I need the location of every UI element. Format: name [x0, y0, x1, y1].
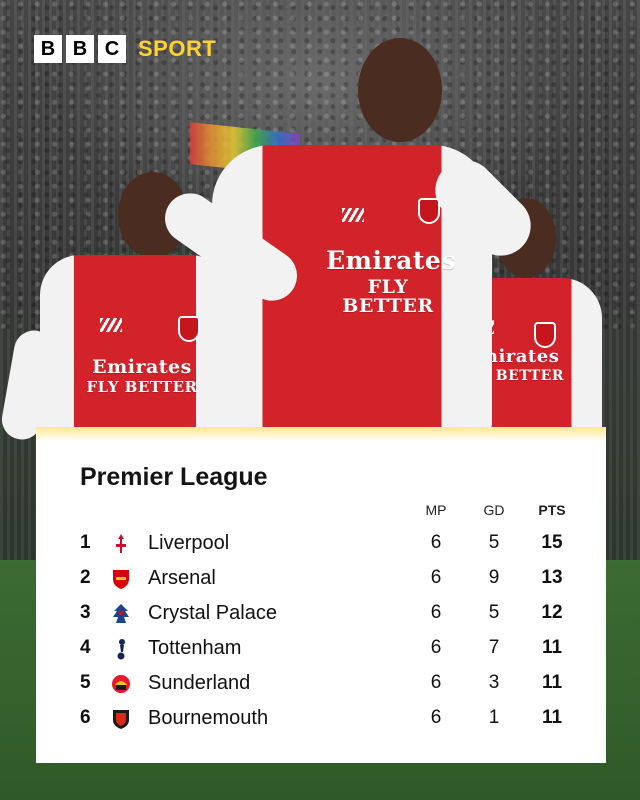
row-gd: 7 [488, 637, 500, 658]
row-team: Arsenal [148, 567, 216, 589]
header-mp: MP [425, 502, 447, 518]
row-gd: 5 [488, 602, 500, 623]
row-team: Bournemouth [148, 707, 269, 729]
table-row-1: 1 Liverpool 6 5 15 [36, 526, 606, 561]
sponsor-text-left: Emirates FLY BETTER [86, 356, 198, 396]
row-mp: 6 [430, 707, 442, 728]
row-team: Crystal Palace [148, 602, 277, 624]
row-pts: 15 [541, 532, 563, 553]
row-position: 5 [80, 672, 91, 693]
row-pts: 12 [541, 602, 563, 623]
logo-letter-c: C [98, 35, 126, 63]
row-gd: 5 [488, 532, 500, 553]
row-mp: 6 [430, 567, 442, 588]
row-position: 3 [80, 602, 91, 623]
row-position: 2 [80, 567, 91, 588]
bournemouth-crest-icon [111, 708, 131, 730]
logo-letter-b1: B [34, 35, 62, 63]
row-position: 4 [80, 637, 91, 658]
table-row-4: 4 Tottenham 6 7 11 [36, 631, 606, 666]
sponsor-text-centre: Emirates FLY BETTER [326, 246, 456, 317]
row-mp: 6 [430, 602, 442, 623]
row-team: Sunderland [148, 672, 251, 694]
header-pts: PTS [538, 502, 566, 518]
table-title: Premier League [80, 463, 268, 491]
row-mp: 6 [430, 637, 442, 658]
crystal-palace-crest-icon [111, 603, 131, 625]
row-team: Liverpool [148, 532, 230, 554]
row-pts: 11 [541, 637, 563, 658]
row-gd: 9 [488, 567, 500, 588]
row-pts: 11 [541, 707, 563, 728]
arsenal-crest-icon [111, 568, 131, 590]
liverpool-crest-icon [111, 533, 131, 555]
row-team: Tottenham [148, 637, 242, 659]
table-row-5: 5 Sunderland 6 3 11 [36, 666, 606, 701]
logo-letter-b2: B [66, 35, 94, 63]
row-mp: 6 [430, 672, 442, 693]
row-gd: 3 [488, 672, 500, 693]
bbc-sport-logo: B B C SPORT [34, 35, 216, 63]
table-row-3: 3 Crystal Palace 6 5 12 [36, 596, 606, 631]
row-position: 6 [80, 707, 91, 728]
row-gd: 1 [488, 707, 500, 728]
header-gd: GD [483, 502, 505, 518]
table-row-2: 2 Arsenal 6 9 13 [36, 561, 606, 596]
sunderland-crest-icon [111, 673, 131, 695]
row-pts: 13 [541, 567, 563, 588]
table-row-6: 6 Bournemouth 6 1 11 [36, 701, 606, 736]
row-pts: 11 [541, 672, 563, 693]
row-mp: 6 [430, 532, 442, 553]
logo-sport-text: SPORT [138, 36, 217, 61]
league-table-card: Premier League MP GD PTS 1 Liverpool 6 5… [36, 427, 606, 763]
row-position: 1 [80, 532, 91, 553]
tottenham-crest-icon [111, 638, 131, 660]
